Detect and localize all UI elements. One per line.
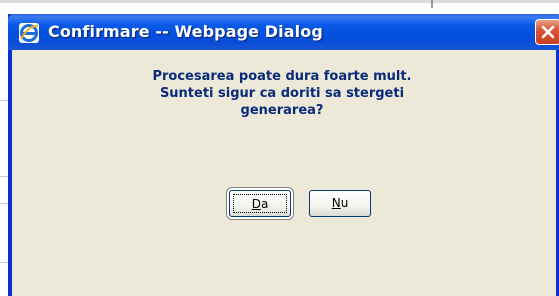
dialog-titlebar[interactable]: Confirmare -- Webpage Dialog (8, 14, 559, 50)
screen: Confirmare -- Webpage Dialog Procesarea … (0, 0, 559, 296)
message-line: generarea? (240, 103, 324, 118)
close-icon (541, 25, 555, 39)
yes-button-label: Da (251, 197, 269, 211)
confirm-dialog: Confirmare -- Webpage Dialog Procesarea … (8, 14, 559, 296)
no-button-label: Nu (331, 196, 349, 210)
background-page-edge (0, 0, 559, 3)
focus-rectangle: Da (233, 194, 287, 213)
dialog-title: Confirmare -- Webpage Dialog (48, 22, 323, 41)
background-tick (431, 0, 433, 8)
confirmation-message: Procesarea poate dura foarte mult. Sunte… (72, 68, 492, 119)
message-line: Sunteti sigur ca doriti sa stergeti (159, 86, 405, 101)
close-button[interactable] (535, 19, 559, 45)
message-line: Procesarea poate dura foarte mult. (152, 69, 412, 84)
internet-explorer-icon (18, 22, 40, 44)
no-button[interactable]: Nu (309, 190, 371, 217)
yes-button[interactable]: Da (229, 190, 291, 217)
